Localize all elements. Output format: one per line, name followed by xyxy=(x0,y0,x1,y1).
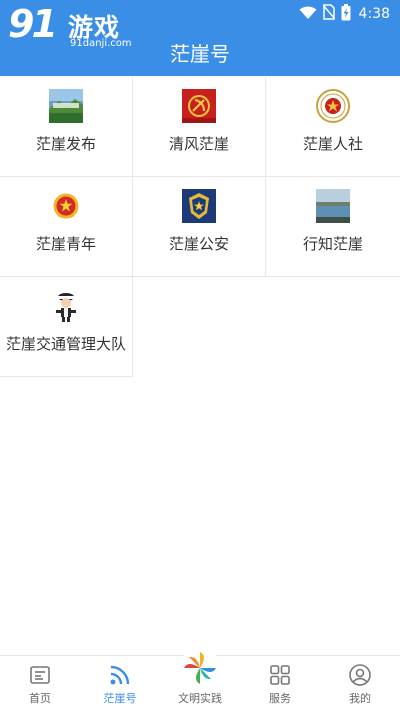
grid-apps-icon xyxy=(268,663,292,687)
battery-charging-icon xyxy=(341,3,351,25)
account-tile-gongan[interactable]: 茫崖公安 xyxy=(133,177,266,277)
bottom-nav-bar: 首页 茫崖号 文明实践 服务 我的 xyxy=(0,648,400,711)
nav-tab-wenming[interactable]: 文明实践 xyxy=(160,648,240,711)
account-tile-jiaoguan[interactable]: 茫崖交通管理大队 xyxy=(0,277,133,377)
lake-photo-icon xyxy=(316,189,350,223)
user-profile-icon xyxy=(348,663,372,687)
account-tile-xingzhi[interactable]: 行知茫崖 xyxy=(266,177,400,277)
nav-tab-mine[interactable]: 我的 xyxy=(320,656,400,711)
nav-tab-label: 文明实践 xyxy=(178,692,222,705)
rss-feed-icon xyxy=(108,663,132,687)
police-emblem-icon xyxy=(182,189,216,223)
account-tile-fabu[interactable]: 茫崖发布 xyxy=(0,77,133,177)
party-emblem-icon xyxy=(182,89,216,123)
page-title: 茫崖号 xyxy=(170,42,230,66)
nav-tab-home[interactable]: 首页 xyxy=(0,656,80,711)
account-tile-label: 清风茫崖 xyxy=(168,135,229,153)
account-tile-label: 行知茫崖 xyxy=(302,235,363,253)
nav-tab-label: 服务 xyxy=(269,692,291,705)
account-tile-label: 茫崖公安 xyxy=(168,235,229,253)
pinwheel-icon xyxy=(180,648,220,688)
nav-tab-services[interactable]: 服务 xyxy=(240,656,320,711)
nav-tab-label: 首页 xyxy=(29,692,51,705)
account-tile-label: 茫崖青年 xyxy=(35,235,96,253)
app-screen: 91 游戏 91danji.com 4:38 茫崖号 茫崖发布 清风茫崖 茫崖人… xyxy=(0,0,400,711)
wifi-icon xyxy=(299,5,317,24)
nav-tab-label: 茫崖号 xyxy=(103,692,137,705)
home-news-icon xyxy=(28,663,52,687)
no-sim-icon xyxy=(321,4,336,24)
account-tile-label: 茫崖交通管理大队 xyxy=(5,335,126,353)
app-header: 91 游戏 91danji.com 4:38 茫崖号 xyxy=(0,0,400,76)
landscape-photo-icon xyxy=(49,89,83,123)
account-tile-renshe[interactable]: 茫崖人社 xyxy=(266,77,400,177)
account-tile-label: 茫崖人社 xyxy=(302,135,363,153)
nav-tab-manya-hao[interactable]: 茫崖号 xyxy=(80,656,160,711)
status-bar: 4:38 xyxy=(299,3,390,25)
account-tile-qingnian[interactable]: 茫崖青年 xyxy=(0,177,133,277)
account-tile-label: 茫崖发布 xyxy=(35,135,96,153)
status-time: 4:38 xyxy=(358,6,390,22)
account-tile-qingfeng[interactable]: 清风茫崖 xyxy=(133,77,266,177)
youth-league-emblem-icon xyxy=(49,189,83,223)
nav-tab-label: 我的 xyxy=(349,692,371,705)
traffic-police-icon xyxy=(49,289,83,323)
hrss-emblem-icon xyxy=(316,89,350,123)
